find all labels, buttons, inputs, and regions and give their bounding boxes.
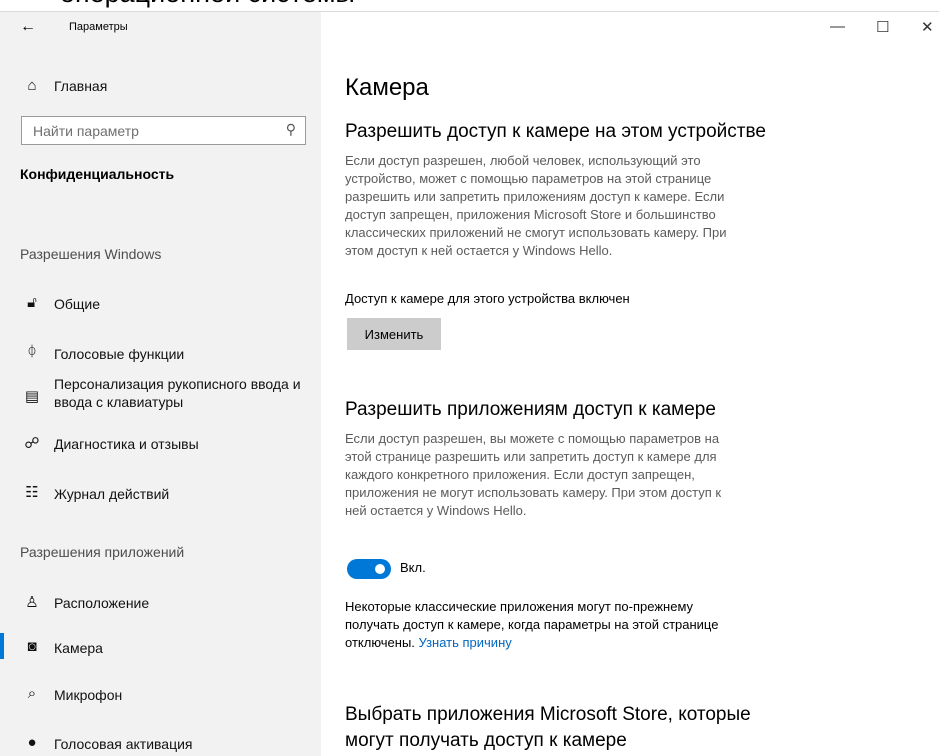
change-button[interactable]: Изменить [347,318,441,350]
group-header-apps: Разрешения приложений [20,544,185,560]
sidebar-item-label: Голосовая активация [54,736,193,752]
sidebar-item-label: Персонализация рукописного ввода и [54,376,301,392]
sidebar-item-activity[interactable]: ☷ Журнал действий [0,476,321,510]
store-apps-heading-line1: Выбрать приложения Microsoft Store, кото… [345,704,751,725]
section-title: Конфиденциальность [20,166,175,182]
app-access-heading: Разрешить приложениям доступ к камере [345,399,716,420]
main-content: — ☐ ✕ Камера Разрешить доступ к камере н… [321,12,939,756]
device-access-status: Доступ к камере для этого устройства вкл… [345,291,630,306]
close-button[interactable]: ✕ [921,18,934,36]
page-title: Камера [345,74,429,101]
app-access-description: Если доступ разрешен, вы можете с помощь… [345,430,785,520]
classic-apps-note: Некоторые классические приложения могут … [345,598,805,652]
toggle-knob [375,564,385,574]
location-icon: ♙ [25,594,39,611]
store-apps-heading-line2: могут получать доступ к камере [345,730,627,751]
nav-home-label: Главная [54,78,108,94]
note-line: Некоторые классические приложения могут … [345,599,694,614]
group-header-windows: Разрешения Windows [20,246,162,262]
app-access-toggle[interactable] [347,559,391,579]
lock-icon: 🔓︎ [27,294,37,311]
microphone-icon: ⌕ [27,685,37,702]
desc-line: каждого конкретного приложения. Если дос… [345,467,695,482]
home-icon: ⌂ [27,77,37,94]
sidebar-item-label: Диагностика и отзывы [54,436,199,452]
desc-line: доступ запрещен, приложения Microsoft St… [345,207,716,222]
note-line: отключены. [345,635,415,650]
sidebar-item-location[interactable]: ♙ Расположение [0,586,321,620]
camera-icon: ◙ [27,638,37,655]
device-access-heading: Разрешить доступ к камере на этом устрой… [345,121,766,142]
sidebar-item-microphone[interactable]: ⌕ Микрофон [0,678,321,712]
desc-line: разрешить или запретить приложениям дост… [345,189,725,204]
sidebar-item-camera[interactable]: ◙ Камера [0,629,321,663]
search-input[interactable]: Найти параметр ⚲ [21,116,306,145]
sidebar-item-label: Голосовые функции [54,346,185,362]
sidebar-item-diagnostics[interactable]: ☍ Диагностика и отзывы [0,427,321,461]
maximize-button[interactable]: ☐ [876,18,889,36]
search-icon[interactable]: ⚲ [286,121,296,138]
desc-line: Если доступ разрешен, вы можете с помощь… [345,431,720,446]
search-placeholder: Найти параметр [33,123,139,139]
note-line: получать доступ к камере, когда параметр… [345,617,719,632]
desc-line: устройство, может с помощью параметров н… [345,171,712,186]
mic-filled-icon: ● [27,734,37,751]
sidebar-item-label: Журнал действий [54,486,170,502]
sidebar-item-label: Общие [54,296,101,312]
minimize-button[interactable]: — [830,18,845,35]
sidebar-item-label: Расположение [54,595,150,611]
device-access-description: Если доступ разрешен, любой человек, исп… [345,152,785,260]
settings-window: ← Параметры ⌂ Главная Найти параметр ⚲ К… [0,11,939,756]
feedback-icon: ☍ [24,435,40,452]
nav-home[interactable]: ⌂ Главная [0,74,321,100]
speech-icon: ᛰ [27,343,37,360]
desc-line: приложения не могут использовать камеру.… [345,485,722,500]
title-bar: ← Параметры [0,12,321,44]
app-title: Параметры [69,21,128,33]
toggle-label: Вкл. [400,560,426,575]
sidebar: ← Параметры ⌂ Главная Найти параметр ⚲ К… [0,12,321,756]
sidebar-item-general[interactable]: 🔓︎ Общие [0,287,321,321]
sidebar-item-label-line2: ввода с клавиатуры [54,394,184,410]
sidebar-item-inking[interactable]: ▤ Персонализация рукописного ввода и вво… [0,372,321,418]
desc-line: классических приложений не смогут исполь… [345,225,727,240]
desc-line: этом доступ к ней остается у Windows Hel… [345,243,613,258]
desc-line: ней остается у Windows Hello. [345,503,527,518]
desc-line: Если доступ разрешен, любой человек, исп… [345,153,701,168]
sidebar-item-label: Камера [54,640,103,656]
timeline-icon: ☷ [25,484,39,501]
sidebar-item-label: Микрофон [54,687,123,703]
desc-line: этой странице разрешить или запретить до… [345,449,717,464]
clipboard-icon: ▤ [24,388,40,405]
sidebar-item-speech[interactable]: ᛰ Голосовые функции [0,336,321,370]
back-arrow-icon[interactable]: ← [20,18,36,36]
sidebar-item-voice-activation[interactable]: ● Голосовая активация [0,727,321,756]
learn-why-link[interactable]: Узнать причину [419,635,512,650]
